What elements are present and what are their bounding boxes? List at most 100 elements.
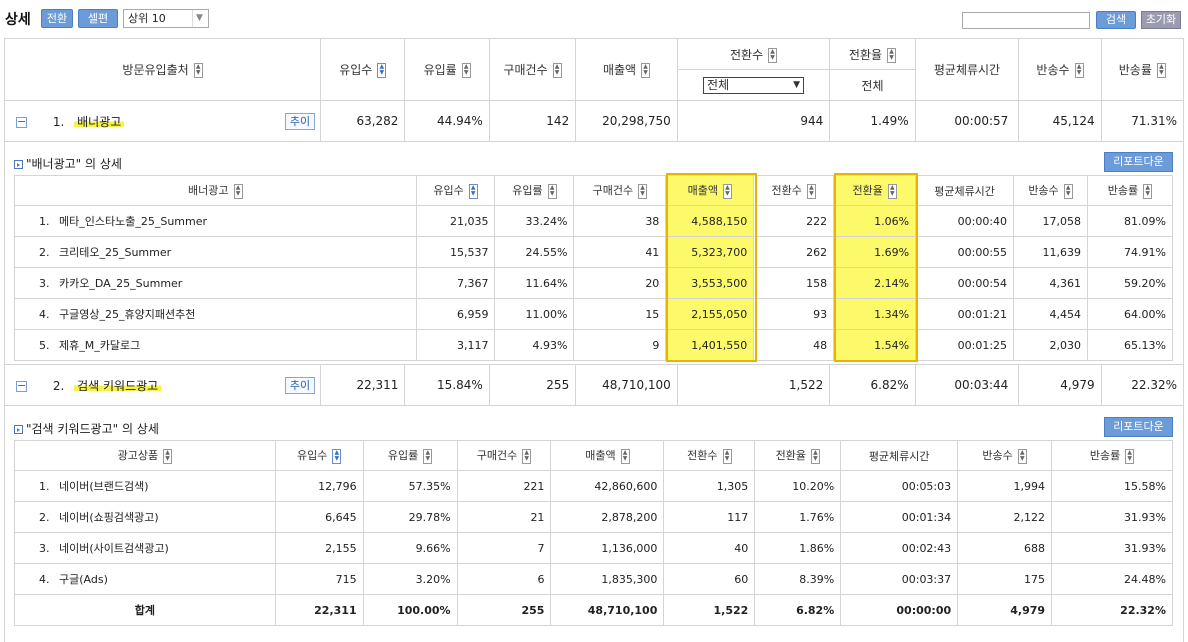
col-sales[interactable]: 매출액 ▲ ▼: [575, 38, 678, 101]
cell-conversions: 262: [753, 236, 835, 268]
row-name[interactable]: 구글영상_25_휴양지패션추천: [59, 308, 195, 321]
cell-sales: 2,155,050: [665, 298, 755, 330]
sort-icon[interactable]: ▲ ▼: [1074, 63, 1084, 78]
col-visits[interactable]: 유입수 ▲ ▼: [274, 440, 364, 471]
conversion-filter-select[interactable]: 전체 ▼: [676, 69, 831, 101]
col-bounce-rate[interactable]: 반송률 ▲ ▼: [1100, 38, 1185, 101]
sort-desc-icon[interactable]: ▲ ▼: [468, 183, 478, 199]
total-bounces: 4,979: [957, 594, 1053, 626]
sort-icon[interactable]: ▲ ▼: [1156, 63, 1166, 78]
row-name[interactable]: 크리테오_25_Summer: [59, 246, 171, 259]
category-row[interactable]: − 1. 배너광고 추이 63,282 44.94% 142 20,298,75…: [3, 100, 1185, 142]
search-report-download-button[interactable]: 리포트다운: [1104, 417, 1173, 437]
sort-icon[interactable]: ▲ ▼: [722, 448, 732, 464]
row-name[interactable]: 네이버(쇼핑검색광고): [59, 511, 159, 524]
sort-desc-icon[interactable]: ▲ ▼: [377, 63, 387, 78]
col-visit-rate[interactable]: 유입률 ▲ ▼: [494, 175, 575, 206]
banner-report-download-button[interactable]: 리포트다운: [1104, 152, 1173, 172]
search-input[interactable]: [962, 12, 1090, 29]
col-sales[interactable]: 매출액 ▲ ▼: [550, 440, 665, 471]
col-purchases[interactable]: 구매건수 ▲ ▼: [573, 175, 667, 206]
search-button[interactable]: 검색: [1096, 11, 1136, 29]
sort-icon[interactable]: ▲ ▼: [552, 63, 562, 78]
col-visit-rate[interactable]: 유입률 ▲ ▼: [404, 38, 490, 101]
row-label[interactable]: 2. 네이버(쇼핑검색광고): [14, 501, 276, 533]
row-label[interactable]: 5. 제휴_M_카달로그: [14, 329, 417, 361]
col-bounces[interactable]: 반송수 ▲ ▼: [1013, 175, 1088, 206]
sort-icon[interactable]: ▲ ▼: [887, 47, 897, 63]
row-name[interactable]: 메타_인스타노출_25_Summer: [59, 215, 207, 228]
collapse-icon[interactable]: −: [16, 116, 27, 128]
row-name[interactable]: 제휴_M_카달로그: [59, 339, 140, 352]
col-conversions[interactable]: 전환수 ▲ ▼: [663, 440, 756, 471]
sort-icon[interactable]: ▲ ▼: [461, 63, 471, 78]
sort-icon[interactable]: ▲ ▼: [193, 63, 203, 78]
sort-icon[interactable]: ▲ ▼: [1063, 183, 1073, 199]
col-bounce-rate[interactable]: 반송률 ▲ ▼: [1051, 440, 1173, 471]
col-conversions[interactable]: 전환수 ▲ ▼: [676, 38, 831, 70]
col-avg-time: 평균체류시간: [840, 440, 959, 471]
row-label[interactable]: 1. 네이버(브랜드검색): [14, 470, 276, 502]
sort-icon[interactable]: ▲ ▼: [641, 63, 651, 78]
col-source[interactable]: 방문유입출처 ▲ ▼: [3, 38, 322, 101]
col-sales[interactable]: 매출액 ▲ ▼: [665, 175, 755, 206]
col-conv-rate[interactable]: 전환율 ▲ ▼: [829, 38, 916, 70]
sort-icon[interactable]: ▲ ▼: [1143, 183, 1153, 199]
category-name[interactable]: 배너광고: [74, 114, 125, 129]
collapse-icon[interactable]: −: [16, 380, 27, 392]
col-conversions[interactable]: 전환수 ▲ ▼: [753, 175, 835, 206]
row-name[interactable]: 카카오_DA_25_Summer: [59, 277, 182, 290]
sort-icon[interactable]: ▲ ▼: [887, 183, 897, 199]
cell-bounces: 4,361: [1013, 267, 1088, 299]
category-row[interactable]: − 2. 검색 키워드광고 추이 22,311 15.84% 255 48,71…: [3, 364, 1185, 406]
sort-desc-icon[interactable]: ▲ ▼: [332, 448, 342, 464]
sort-icon[interactable]: ▲ ▼: [233, 183, 243, 199]
row-label[interactable]: 4. 구글영상_25_휴양지패션추천: [14, 298, 417, 330]
cell-conv-rate: 1.86%: [754, 532, 842, 564]
col-purchases[interactable]: 구매건수 ▲ ▼: [488, 38, 577, 101]
sort-icon[interactable]: ▲ ▼: [768, 47, 778, 63]
sort-icon[interactable]: ▲ ▼: [423, 448, 433, 464]
cell-bounces: 688: [957, 532, 1053, 564]
sort-icon[interactable]: ▲ ▼: [810, 448, 820, 464]
row-label[interactable]: 3. 네이버(사이트검색광고): [14, 532, 276, 564]
row-name[interactable]: 네이버(사이트검색광고): [59, 542, 169, 555]
sort-icon[interactable]: ▲ ▼: [163, 448, 173, 464]
cell-conv-rate: 10.20%: [754, 470, 842, 502]
col-bounces[interactable]: 반송수 ▲ ▼: [957, 440, 1053, 471]
row-label[interactable]: 2. 크리테오_25_Summer: [14, 236, 417, 268]
row-index: 1.: [39, 480, 50, 493]
col-bounces[interactable]: 반송수 ▲ ▼: [1018, 38, 1102, 101]
trend-button[interactable]: 추이: [284, 112, 316, 130]
col-conv-rate[interactable]: 전환율 ▲ ▼: [833, 175, 917, 206]
sort-icon[interactable]: ▲ ▼: [1017, 448, 1027, 464]
sort-icon[interactable]: ▲ ▼: [620, 448, 630, 464]
sort-icon[interactable]: ▲ ▼: [1125, 448, 1135, 464]
col-purchases[interactable]: 구매건수 ▲ ▼: [456, 440, 552, 471]
col-banner[interactable]: 배너광고 ▲ ▼: [14, 175, 417, 206]
sort-icon[interactable]: ▲ ▼: [806, 183, 816, 199]
sort-icon[interactable]: ▲ ▼: [722, 183, 732, 199]
col-ad-product[interactable]: 광고상품 ▲ ▼: [14, 440, 276, 471]
col-visit-rate[interactable]: 유입률 ▲ ▼: [362, 440, 458, 471]
cell-edit-button[interactable]: 셀편집: [78, 9, 118, 42]
sort-icon[interactable]: ▲ ▼: [547, 183, 557, 199]
sort-icon[interactable]: ▲ ▼: [522, 448, 532, 464]
trend-button[interactable]: 추이: [284, 376, 316, 394]
row-name[interactable]: 네이버(브랜드검색): [59, 480, 149, 493]
sort-icon[interactable]: ▲ ▼: [638, 183, 648, 199]
col-visits[interactable]: 유입수 ▲ ▼: [320, 38, 406, 101]
row-name[interactable]: 구글(Ads): [59, 573, 108, 586]
row-label[interactable]: 1. 메타_인스타노출_25_Summer: [14, 205, 417, 237]
total-row: 합계 22,311 100.00% 255 48,710,100 1,522 6.82% 00…: [14, 594, 1173, 626]
col-bounce-rate[interactable]: 반송률 ▲ ▼: [1086, 175, 1174, 206]
col-conv-rate[interactable]: 전환율 ▲ ▼: [754, 440, 842, 471]
col-visits[interactable]: 유입수 ▲ ▼: [415, 175, 496, 206]
switch-button[interactable]: 전환: [41, 9, 73, 28]
row-label[interactable]: 3. 카카오_DA_25_Summer: [14, 267, 417, 299]
cell-purchases: 221: [456, 470, 552, 502]
row-label[interactable]: 4. 구글(Ads): [14, 563, 276, 595]
category-name[interactable]: 검색 키워드광고: [74, 378, 162, 393]
top-n-select[interactable]: 상위 10 ▼: [123, 9, 209, 28]
reset-button[interactable]: 초기화: [1141, 11, 1181, 29]
